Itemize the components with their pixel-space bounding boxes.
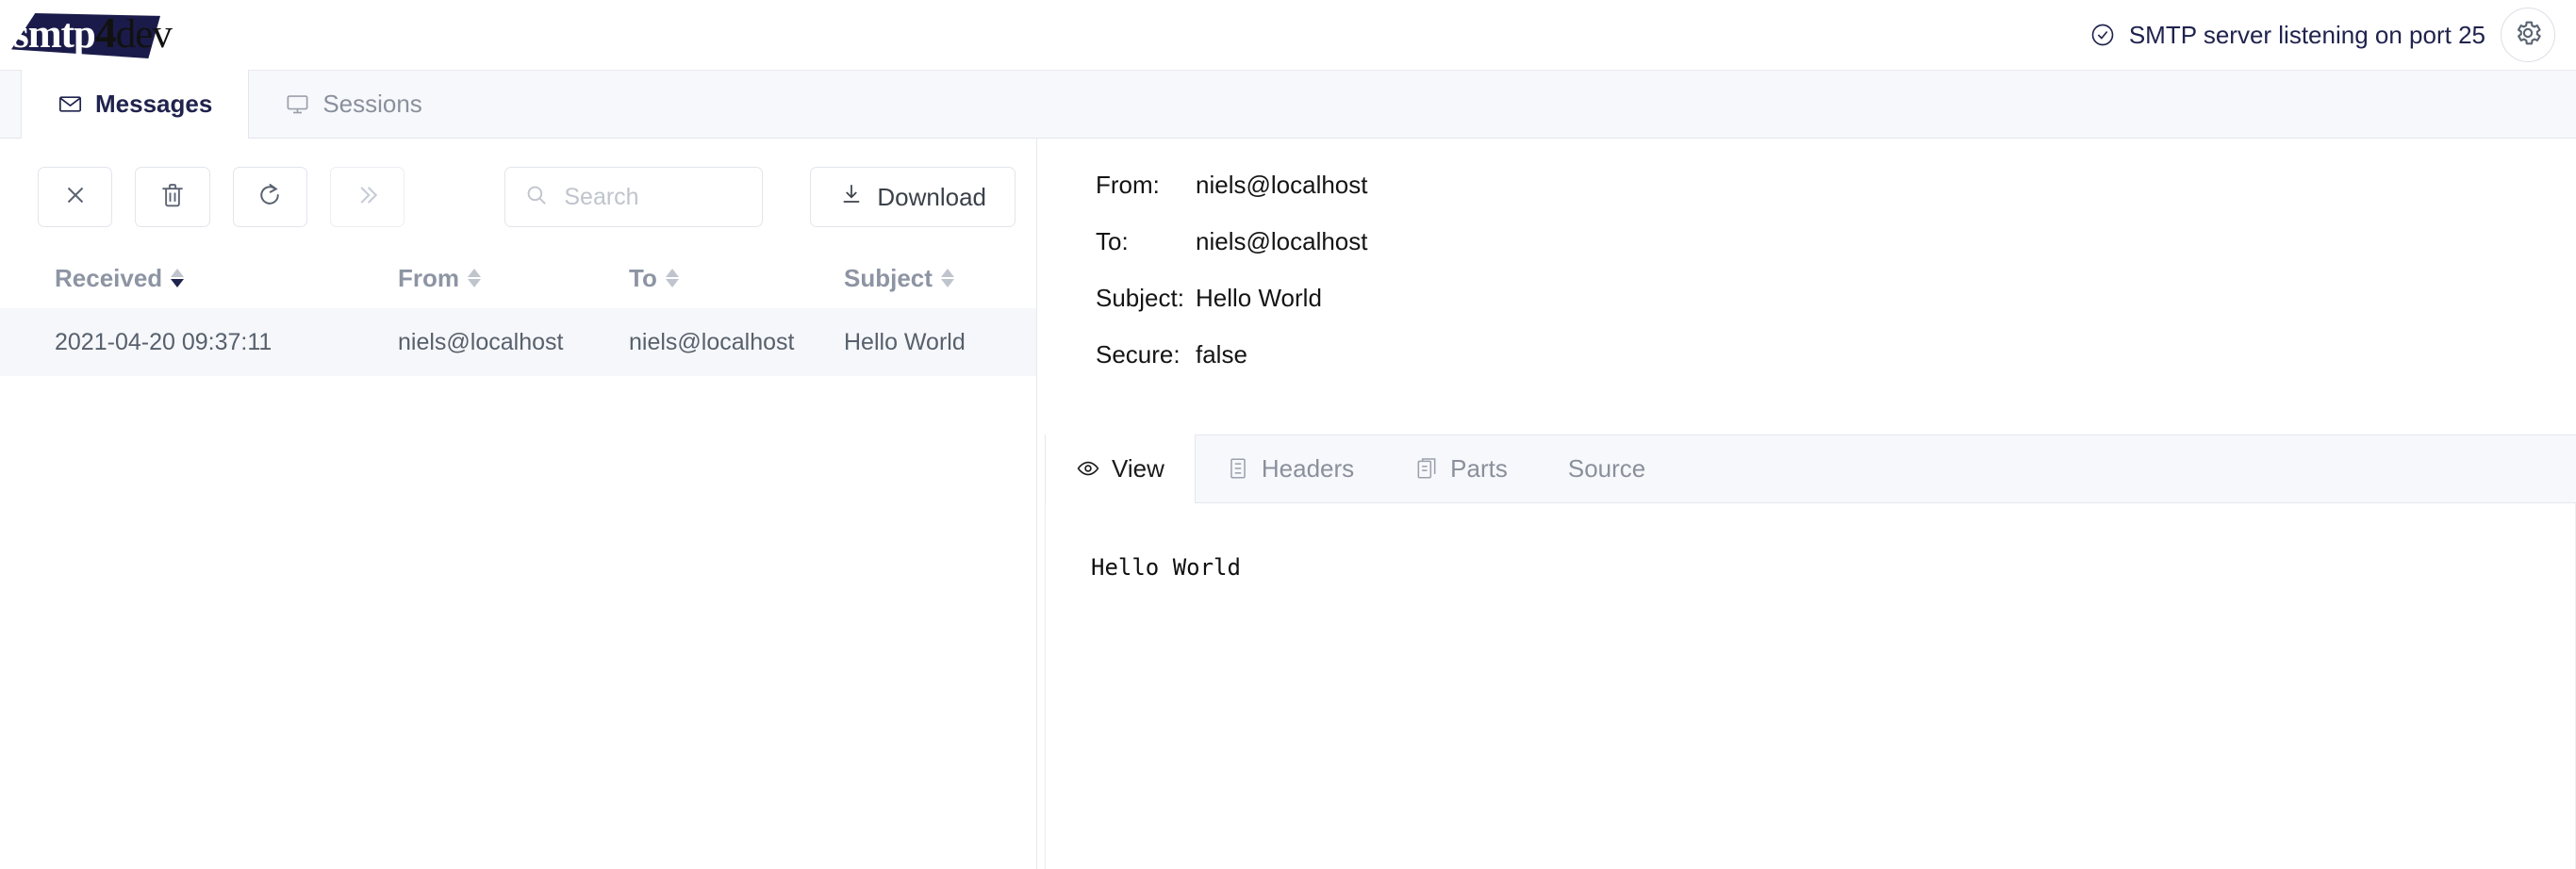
logo-smtp-text: smtp — [13, 12, 96, 57]
sort-caret-to[interactable] — [665, 269, 679, 287]
detail-field-to: To: niels@localhost — [1096, 227, 2576, 284]
detail-field-secure: Secure: false — [1096, 340, 2576, 397]
column-header-received-label: Received — [55, 263, 163, 292]
close-icon — [61, 181, 90, 214]
gear-icon — [2513, 18, 2543, 53]
detail-value-from: niels@localhost — [1196, 171, 1368, 199]
message-list-pane: Download Received From To Subject — [0, 139, 1037, 869]
column-header-received[interactable]: Received — [55, 264, 398, 293]
message-body-view: Hello World — [1045, 503, 2576, 869]
tab-parts[interactable]: Parts — [1384, 434, 1538, 502]
column-header-from-label: From — [398, 263, 459, 292]
detail-value-secure: false — [1196, 340, 1247, 369]
tab-view[interactable]: View — [1045, 434, 1196, 503]
column-header-subject[interactable]: Subject — [844, 264, 1032, 293]
circle-check-icon — [2089, 22, 2116, 48]
search-box[interactable] — [504, 167, 764, 227]
expand-button[interactable] — [330, 167, 405, 227]
document-copy-icon — [1414, 456, 1439, 481]
detail-label-secure: Secure: — [1096, 340, 1181, 369]
download-icon — [839, 182, 864, 213]
sort-caret-from[interactable] — [468, 269, 481, 287]
tab-messages-label: Messages — [95, 89, 213, 118]
column-header-subject-label: Subject — [844, 263, 933, 292]
column-header-to[interactable]: To — [629, 264, 844, 293]
message-body-text: Hello World — [1091, 554, 1241, 581]
app-header: smtp4dev SMTP server listening on port 2… — [0, 0, 2576, 70]
sort-caret-subject[interactable] — [940, 269, 954, 287]
tab-messages[interactable]: Messages — [21, 70, 250, 139]
tab-parts-label: Parts — [1450, 453, 1508, 483]
detail-value-subject: Hello World — [1196, 284, 1322, 312]
message-detail-pane: From: niels@localhost To: niels@localhos… — [1037, 139, 2576, 869]
table-header-row: Received From To Subject — [0, 248, 1036, 308]
close-button[interactable] — [38, 167, 113, 227]
column-header-from[interactable]: From — [398, 264, 629, 293]
cell-to: niels@localhost — [629, 328, 795, 355]
server-status: SMTP server listening on port 25 — [2089, 21, 2485, 50]
search-input[interactable] — [562, 182, 744, 212]
delete-button[interactable] — [135, 167, 210, 227]
tab-headers-label: Headers — [1261, 453, 1355, 483]
eye-icon — [1076, 456, 1100, 481]
settings-button[interactable] — [2501, 8, 2555, 62]
cell-received: 2021-04-20 09:37:11 — [55, 328, 272, 355]
logo-dev-text: dev — [115, 12, 173, 57]
column-header-to-label: To — [629, 263, 657, 292]
refresh-button[interactable] — [232, 167, 308, 227]
cell-subject: Hello World — [844, 328, 966, 355]
monitor-icon — [285, 91, 310, 117]
app-logo: smtp4dev — [8, 6, 196, 64]
detail-tabbar: View Headers Parts Source — [1045, 434, 2576, 503]
tab-source-label: Source — [1567, 453, 1646, 483]
main-content: Download Received From To Subject — [0, 139, 2576, 869]
double-chevron-right-icon — [354, 181, 382, 214]
sort-caret-received[interactable] — [171, 269, 185, 287]
detail-label-to: To: — [1096, 227, 1129, 255]
download-label: Download — [877, 182, 987, 211]
tab-view-label: View — [1112, 453, 1164, 483]
tab-headers[interactable]: Headers — [1196, 434, 1384, 502]
tab-sessions-label: Sessions — [322, 89, 422, 118]
logo-text: smtp4dev — [13, 8, 173, 59]
detail-field-subject: Subject: Hello World — [1096, 284, 2576, 340]
detail-label-from: From: — [1096, 171, 1160, 199]
cell-from: niels@localhost — [398, 328, 564, 355]
download-button[interactable]: Download — [810, 167, 1016, 227]
server-status-text: SMTP server listening on port 25 — [2128, 20, 2485, 49]
tab-source[interactable]: Source — [1538, 434, 1676, 502]
envelope-icon — [58, 91, 83, 117]
trash-icon — [158, 181, 187, 214]
refresh-icon — [256, 181, 284, 214]
logo-four-text: 4 — [94, 8, 117, 57]
detail-label-subject: Subject: — [1096, 284, 1184, 312]
message-toolbar: Download — [0, 139, 1036, 248]
table-row[interactable]: 2021-04-20 09:37:11 niels@localhost niel… — [0, 308, 1036, 376]
detail-value-to: niels@localhost — [1196, 227, 1368, 255]
detail-fields: From: niels@localhost To: niels@localhos… — [1037, 139, 2576, 421]
header-right: SMTP server listening on port 25 — [2089, 8, 2555, 62]
main-tabbar: Messages Sessions — [0, 70, 2576, 139]
message-table: Received From To Subject 2021-04-20 09:3 — [0, 248, 1036, 376]
tab-sessions[interactable]: Sessions — [249, 70, 459, 138]
detail-field-from: From: niels@localhost — [1096, 171, 2576, 227]
search-icon — [524, 183, 549, 212]
list-icon — [1226, 456, 1250, 481]
